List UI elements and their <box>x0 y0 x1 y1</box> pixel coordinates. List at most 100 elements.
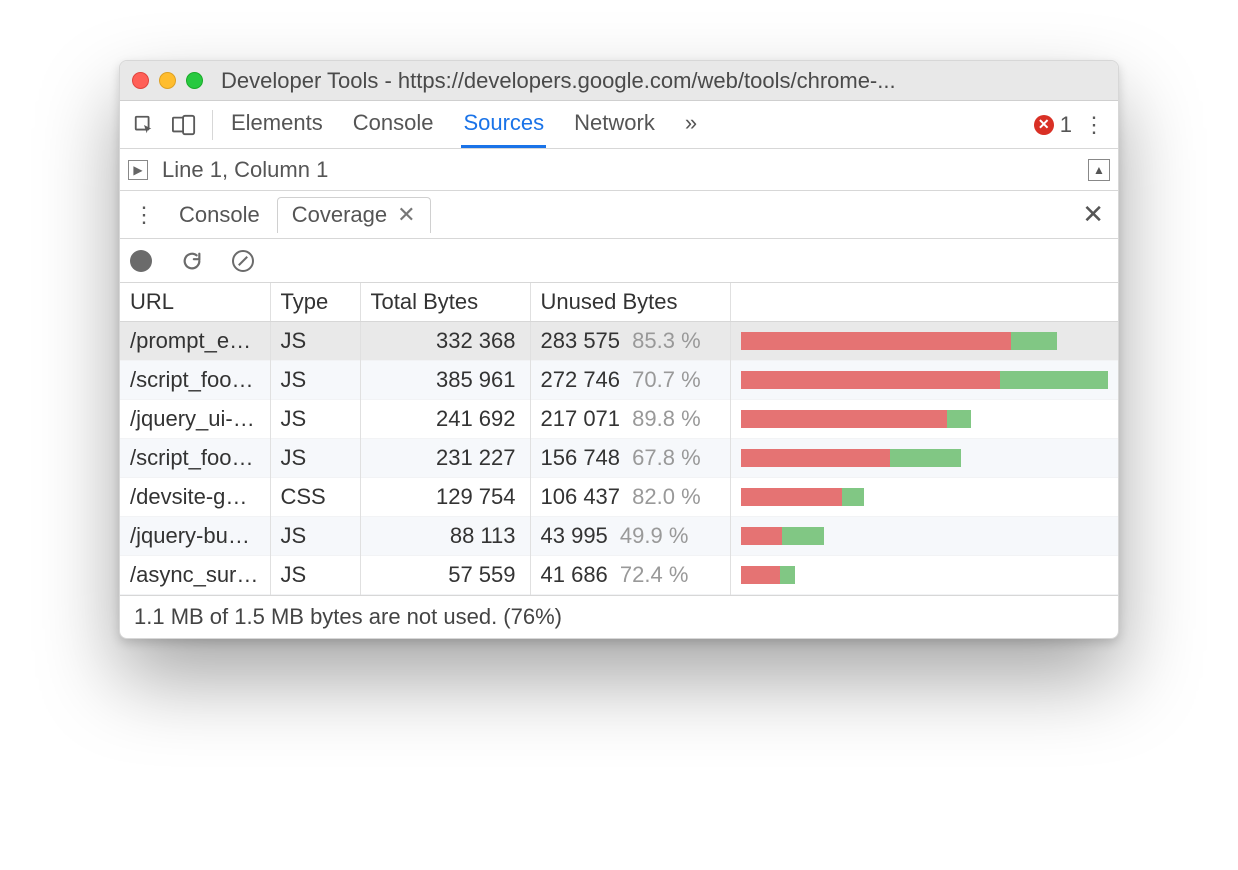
bar-unused <box>741 527 783 545</box>
cell-type: JS <box>270 439 360 478</box>
th-bar <box>730 283 1118 322</box>
cell-unused-bytes: 43 995 49.9 % <box>530 517 730 556</box>
record-icon[interactable] <box>130 250 152 272</box>
error-icon: ✕ <box>1034 115 1054 135</box>
cell-url: /async_survey <box>120 556 270 595</box>
bar-unused <box>741 488 842 506</box>
error-count: 1 <box>1060 112 1072 138</box>
usage-bar <box>741 332 1057 350</box>
collapse-drawer-icon[interactable]: ▲ <box>1088 159 1110 181</box>
cell-url: /devsite-goog <box>120 478 270 517</box>
drawer-tabbar: ⋮ Console Coverage ✕ ✕ <box>120 191 1118 239</box>
window-title: Developer Tools - https://developers.goo… <box>221 68 896 94</box>
table-row[interactable]: /script_foot_cJS385 961272 746 70.7 % <box>120 361 1118 400</box>
cell-total-bytes: 88 113 <box>360 517 530 556</box>
bar-unused <box>741 410 948 428</box>
cell-usage-bar <box>730 478 1118 517</box>
devtools-window: Developer Tools - https://developers.goo… <box>119 60 1119 639</box>
tab-sources[interactable]: Sources <box>461 101 546 148</box>
table-row[interactable]: /script_foot.jsJS231 227156 748 67.8 % <box>120 439 1118 478</box>
bar-used <box>782 527 824 545</box>
usage-bar <box>741 566 796 584</box>
drawer-tab-coverage[interactable]: Coverage ✕ <box>277 197 431 233</box>
coverage-table: URL Type Total Bytes Unused Bytes /promp… <box>120 283 1118 595</box>
th-type[interactable]: Type <box>270 283 360 322</box>
window-maximize-button[interactable] <box>186 72 203 89</box>
bar-used <box>1000 371 1108 389</box>
cell-usage-bar <box>730 517 1118 556</box>
cursor-position: Line 1, Column 1 <box>162 157 328 183</box>
device-toolbar-icon[interactable] <box>166 107 202 143</box>
cell-unused-bytes: 41 686 72.4 % <box>530 556 730 595</box>
bar-used <box>842 488 864 506</box>
cell-url: /prompt_emb <box>120 322 270 361</box>
cell-total-bytes: 57 559 <box>360 556 530 595</box>
cell-usage-bar <box>730 439 1118 478</box>
cell-unused-bytes: 217 071 89.8 % <box>530 400 730 439</box>
cell-total-bytes: 332 368 <box>360 322 530 361</box>
inspect-element-icon[interactable] <box>126 107 162 143</box>
bar-unused <box>741 449 890 467</box>
clear-icon[interactable] <box>232 250 254 272</box>
reload-icon[interactable] <box>174 243 210 279</box>
window-minimize-button[interactable] <box>159 72 176 89</box>
titlebar: Developer Tools - https://developers.goo… <box>120 61 1118 101</box>
bar-unused <box>741 371 1001 389</box>
cell-usage-bar <box>730 400 1118 439</box>
bar-used <box>780 566 795 584</box>
main-toolbar: Elements Console Sources Network » ✕ 1 ⋮ <box>120 101 1118 149</box>
table-row[interactable]: /jquery_ui-bunJS241 692217 071 89.8 % <box>120 400 1118 439</box>
cell-usage-bar <box>730 322 1118 361</box>
kebab-menu-icon[interactable]: ⋮ <box>1076 107 1112 143</box>
editor-status-bar: ▶ Line 1, Column 1 ▲ <box>120 149 1118 191</box>
cell-unused-bytes: 156 748 67.8 % <box>530 439 730 478</box>
bar-used <box>890 449 961 467</box>
table-row[interactable]: /jquery-bundleJS88 11343 995 49.9 % <box>120 517 1118 556</box>
cell-total-bytes: 241 692 <box>360 400 530 439</box>
cell-total-bytes: 385 961 <box>360 361 530 400</box>
cell-type: CSS <box>270 478 360 517</box>
window-close-button[interactable] <box>132 72 149 89</box>
cell-type: JS <box>270 556 360 595</box>
tab-console[interactable]: Console <box>351 101 436 148</box>
cell-type: JS <box>270 322 360 361</box>
cell-url: /jquery_ui-bun <box>120 400 270 439</box>
coverage-toolbar <box>120 239 1118 283</box>
navigator-toggle-icon[interactable]: ▶ <box>128 160 148 180</box>
tab-overflow[interactable]: » <box>683 101 699 148</box>
cell-url: /script_foot_c <box>120 361 270 400</box>
close-tab-icon[interactable]: ✕ <box>397 202 415 228</box>
coverage-summary: 1.1 MB of 1.5 MB bytes are not used. (76… <box>120 595 1118 638</box>
cell-unused-bytes: 283 575 85.3 % <box>530 322 730 361</box>
cell-unused-bytes: 106 437 82.0 % <box>530 478 730 517</box>
drawer-tab-console[interactable]: Console <box>164 197 275 233</box>
traffic-lights <box>132 72 203 89</box>
bar-unused <box>741 566 781 584</box>
cell-unused-bytes: 272 746 70.7 % <box>530 361 730 400</box>
table-row[interactable]: /prompt_embJS332 368283 575 85.3 % <box>120 322 1118 361</box>
drawer-tab-label: Coverage <box>292 202 387 228</box>
table-row[interactable]: /async_surveyJS57 55941 686 72.4 % <box>120 556 1118 595</box>
drawer-tab-label: Console <box>179 202 260 228</box>
th-url[interactable]: URL <box>120 283 270 322</box>
close-drawer-icon[interactable]: ✕ <box>1074 199 1112 230</box>
cell-url: /jquery-bundle <box>120 517 270 556</box>
usage-bar <box>741 488 865 506</box>
tab-network[interactable]: Network <box>572 101 657 148</box>
usage-bar <box>741 371 1109 389</box>
separator <box>212 110 213 140</box>
cell-type: JS <box>270 400 360 439</box>
main-tabs: Elements Console Sources Network » <box>229 101 699 148</box>
cell-url: /script_foot.js <box>120 439 270 478</box>
cell-type: JS <box>270 361 360 400</box>
cell-type: JS <box>270 517 360 556</box>
bar-used <box>947 410 970 428</box>
tab-elements[interactable]: Elements <box>229 101 325 148</box>
drawer-menu-icon[interactable]: ⋮ <box>126 197 162 233</box>
usage-bar <box>741 527 825 545</box>
th-total[interactable]: Total Bytes <box>360 283 530 322</box>
cell-usage-bar <box>730 361 1118 400</box>
th-unused[interactable]: Unused Bytes <box>530 283 730 322</box>
table-row[interactable]: /devsite-googCSS129 754106 437 82.0 % <box>120 478 1118 517</box>
error-count-badge[interactable]: ✕ 1 <box>1034 112 1072 138</box>
